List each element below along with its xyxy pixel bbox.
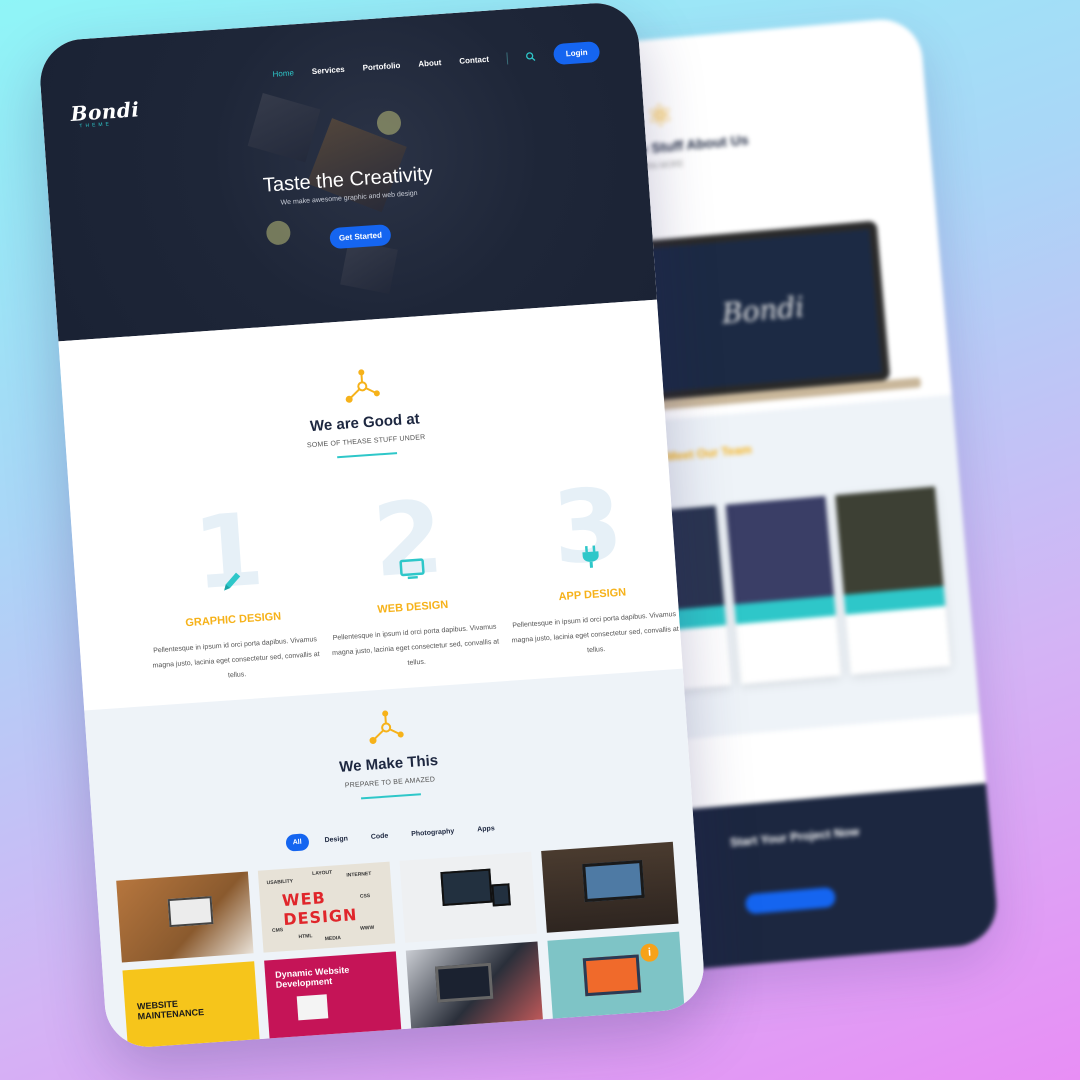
- service-card-web-design: 2 WEB DESIGN Pellentesque in ipsum id or…: [320, 478, 502, 676]
- nav-portofolio[interactable]: Portofolio: [362, 61, 400, 73]
- share-icon: ⚛: [645, 98, 675, 135]
- services-section: We are Good at SOME OF THEASE STUFF UNDE…: [58, 299, 683, 711]
- portfolio-item-responsive-devices[interactable]: [399, 851, 537, 943]
- filter-apps[interactable]: Apps: [470, 820, 503, 839]
- plug-icon: [582, 545, 599, 568]
- pencil-icon: [224, 572, 241, 591]
- main-nav: Home Services Portofolio About Contact L…: [272, 41, 601, 85]
- search-icon[interactable]: [526, 51, 537, 62]
- service-card-app-design: 3 APP DESIGN Pellentesque in ipsum id or…: [499, 466, 681, 663]
- portfolio-gallery: USABILITY LAYOUT INTERNET WEB DESIGN CSS…: [116, 841, 687, 1050]
- service-text: Pellentesque in ipsum id orci porta dapi…: [511, 611, 679, 655]
- login-button[interactable]: Login: [553, 41, 601, 66]
- get-started-button[interactable]: Get Started: [329, 223, 392, 250]
- filter-photography[interactable]: Photography: [404, 823, 462, 844]
- landing-page: Bondi THEME Home Services Portofolio Abo…: [37, 0, 707, 1050]
- brand-logo[interactable]: Bondi THEME: [70, 97, 141, 130]
- filter-design[interactable]: Design: [317, 830, 355, 850]
- info-icon: i: [639, 943, 660, 963]
- hero-section: Bondi THEME Home Services Portofolio Abo…: [37, 0, 657, 342]
- decor-dot: [376, 110, 402, 136]
- nav-services[interactable]: Services: [312, 65, 345, 76]
- decor-dot: [265, 220, 292, 246]
- portfolio-item-desk-laptop[interactable]: [116, 871, 254, 963]
- monitor-icon: [399, 558, 425, 580]
- nav-home[interactable]: Home: [272, 68, 294, 78]
- service-card-graphic-design: 1 GRAPHIC DESIGN Pellentesque in ipsum i…: [140, 491, 322, 688]
- service-title: WEB DESIGN: [377, 598, 449, 616]
- laptop-image: Bondi: [637, 220, 891, 401]
- team-member-card: [835, 486, 951, 675]
- service-text: Pellentesque in ipsum id orci porta dapi…: [152, 636, 320, 680]
- share-icon: [369, 710, 404, 744]
- portfolio-item-coding-laptop[interactable]: [405, 941, 544, 1033]
- portfolio-item-web-design[interactable]: USABILITY LAYOUT INTERNET WEB DESIGN CSS…: [257, 861, 396, 953]
- decor-cube: [247, 92, 321, 163]
- portfolio-item-laptop-website[interactable]: [541, 841, 679, 933]
- laptop-logo: Bondi: [720, 290, 806, 331]
- dynamic-caption: Dynamic Website Development: [274, 964, 350, 990]
- service-title: APP DESIGN: [558, 586, 627, 604]
- nav-contact[interactable]: Contact: [459, 55, 489, 66]
- title-divider: [337, 452, 398, 459]
- team-member-card: [725, 496, 841, 685]
- portfolio-item-website-maintenance[interactable]: WEBSITE MAINTENANCE: [122, 961, 260, 1050]
- service-title: GRAPHIC DESIGN: [184, 610, 282, 630]
- service-text: Pellentesque in ipsum id orci porta dapi…: [331, 623, 500, 667]
- title-divider: [360, 793, 421, 800]
- decor-cube: [340, 240, 398, 294]
- portfolio-item-app-illustration[interactable]: i: [547, 931, 685, 1023]
- nav-divider: [506, 51, 509, 64]
- portfolio-section: We Make This PREPARE TO BE AMAZED All De…: [84, 668, 707, 1050]
- portfolio-item-dynamic-website[interactable]: Dynamic Website Development: [264, 951, 402, 1043]
- nav-about[interactable]: About: [418, 58, 442, 69]
- web-design-caption: WEB DESIGN: [281, 888, 359, 930]
- maintenance-caption: WEBSITE MAINTENANCE: [136, 998, 205, 1022]
- filter-code[interactable]: Code: [363, 827, 396, 846]
- filter-all[interactable]: All: [285, 833, 310, 852]
- share-icon: [345, 369, 380, 403]
